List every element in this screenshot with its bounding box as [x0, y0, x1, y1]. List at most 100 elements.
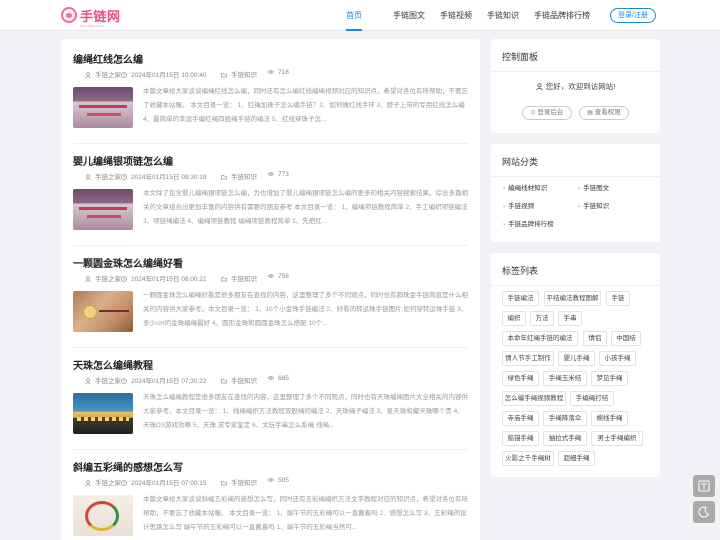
- article-category[interactable]: 手链知识: [231, 174, 257, 181]
- tag-link[interactable]: 中国结: [611, 331, 641, 346]
- category-link[interactable]: 手链图文: [578, 182, 609, 192]
- clock-icon: [121, 480, 127, 486]
- site-logo[interactable]: 手链网 shoulian.com: [61, 5, 121, 29]
- article-date: 2024年01月15日 09:30:19: [131, 174, 207, 181]
- article-views: 505: [278, 477, 289, 484]
- article-excerpt: 一颗圆金珠怎么编绳好看是很多朋友在查找的内容，这里整理了多个不同观点，同时也有圆…: [143, 292, 468, 327]
- user-icon: [85, 480, 91, 486]
- panel-divider: [491, 285, 660, 286]
- view-permissions-button[interactable]: ▤ 查看权限: [579, 106, 629, 120]
- clock-icon: [121, 378, 127, 384]
- article-divider: [73, 143, 468, 144]
- tag-link[interactable]: 绿色手绳: [502, 371, 539, 386]
- article-author[interactable]: 手链之家: [95, 480, 121, 487]
- nav-bracelet-posts[interactable]: 手链图文: [393, 0, 425, 31]
- tag-link[interactable]: 手绳降落伞: [543, 411, 587, 426]
- tag-link[interactable]: 本命年红绳手链的编法: [502, 331, 578, 346]
- tag-link[interactable]: 手绳玉米结: [543, 371, 587, 386]
- article-divider: [73, 449, 468, 450]
- panel-title: 标签列表: [502, 266, 539, 276]
- tag-link[interactable]: 梦见手绳: [591, 371, 628, 386]
- user-icon: [85, 378, 91, 384]
- tag-link[interactable]: 手链: [606, 291, 630, 306]
- clock-icon: [121, 72, 127, 78]
- tag-link[interactable]: 怎么编手绳视频教程: [502, 391, 566, 406]
- tag-link[interactable]: 编织: [502, 311, 526, 326]
- folder-icon: [221, 175, 227, 180]
- article-thumbnail[interactable]: [73, 291, 133, 332]
- article-views: 718: [278, 69, 289, 76]
- article-item: 编绳红线怎么编 手链之家 2024年01月15日 10:00:40 手链知识 7…: [73, 51, 468, 144]
- category-link[interactable]: 编绳线材知识: [503, 182, 547, 192]
- article-author[interactable]: 手链之家: [95, 174, 121, 181]
- tag-link[interactable]: 平结编法教程图解: [544, 291, 601, 306]
- admin-login-button[interactable]: ⊙ 登录后台: [522, 106, 572, 120]
- dark-mode-button[interactable]: [693, 501, 715, 523]
- article-title[interactable]: 婴儿编绳银项链怎么编: [73, 153, 173, 168]
- tag-link[interactable]: 手链编法: [502, 291, 539, 306]
- article-author[interactable]: 手链之家: [95, 276, 121, 283]
- article-title[interactable]: 一颗圆金珠怎么编绳好看: [73, 255, 183, 270]
- article-category[interactable]: 手链知识: [231, 480, 257, 487]
- text-size-icon: [698, 480, 710, 492]
- tag-link[interactable]: 小孩手绳: [599, 351, 636, 366]
- article-title[interactable]: 编绳红线怎么编: [73, 51, 143, 66]
- tag-link[interactable]: 情人节手工制作: [502, 351, 554, 366]
- tag-link[interactable]: 婴儿手绳: [558, 351, 595, 366]
- folder-icon: [221, 277, 227, 282]
- panel-divider: [491, 176, 660, 177]
- folder-icon: [221, 379, 227, 384]
- tag-link[interactable]: 手串: [558, 311, 582, 326]
- article-views: 685: [278, 375, 289, 382]
- moon-icon: [698, 506, 710, 518]
- logo-icon: [61, 7, 77, 23]
- nav-home[interactable]: 首页: [346, 0, 362, 31]
- article-date: 2024年01月15日 10:00:40: [131, 72, 207, 79]
- article-category[interactable]: 手链知识: [231, 72, 257, 79]
- article-author[interactable]: 手链之家: [95, 72, 121, 79]
- article-excerpt: 本篇文章给大家谈谈斜编五彩绳的感想怎么写，同时还有五彩绳编织方法文字教程对应的知…: [143, 496, 468, 531]
- article-title[interactable]: 天珠怎么编绳教程: [73, 357, 153, 372]
- article-divider: [73, 245, 468, 246]
- font-size-button[interactable]: [693, 475, 715, 497]
- categories-panel: 网站分类 编绳线材知识 手链图文 手链视频 手链知识 手链品牌排行榜: [491, 144, 660, 242]
- tag-link[interactable]: 手编绳打结: [570, 391, 614, 406]
- welcome-label: 您好，欢迎到访网站!: [545, 82, 616, 91]
- article-item: 婴儿编绳银项链怎么编 手链之家 2024年01月15日 09:30:19 手链知…: [73, 153, 468, 246]
- tag-link[interactable]: 情侣: [583, 331, 607, 346]
- article-divider: [73, 347, 468, 348]
- tag-link[interactable]: 船锚手绳: [502, 431, 539, 446]
- login-register-button[interactable]: 登录/注册: [610, 8, 656, 23]
- welcome-text: 您好，欢迎到访网站!: [491, 81, 660, 92]
- article-list: 编绳红线怎么编 手链之家 2024年01月15日 10:00:40 手链知识 7…: [61, 39, 480, 540]
- tag-link[interactable]: 抽拉式手绳: [543, 431, 587, 446]
- panel-title: 网站分类: [502, 157, 539, 167]
- article-author[interactable]: 手链之家: [95, 378, 121, 385]
- nav-bracelet-knowledge[interactable]: 手链知识: [487, 0, 519, 31]
- tag-link[interactable]: 寺庙手绳: [502, 411, 539, 426]
- article-thumbnail[interactable]: [73, 495, 133, 536]
- tag-link[interactable]: 火影之千手绳树: [502, 451, 554, 466]
- category-link[interactable]: 手链视频: [503, 200, 534, 210]
- clock-icon: [121, 174, 127, 180]
- article-category[interactable]: 手链知识: [231, 378, 257, 385]
- view-permissions-label: 查看权限: [594, 109, 621, 116]
- article-thumbnail[interactable]: [73, 87, 133, 128]
- article-date: 2024年01月15日 08:00:22: [131, 276, 207, 283]
- article-views: 773: [278, 171, 289, 178]
- article-thumbnail[interactable]: [73, 393, 133, 434]
- category-link[interactable]: 手链品牌排行榜: [503, 218, 554, 228]
- tags-panel: 标签列表 手链编法 平结编法教程图解 手链 编织 方法 手串 本命年红绳手链的编…: [491, 253, 660, 477]
- nav-brand-ranking[interactable]: 手链品牌排行榜: [534, 0, 590, 31]
- tag-link[interactable]: 男士手绳编织: [591, 431, 643, 446]
- article-thumbnail[interactable]: [73, 189, 133, 230]
- article-category[interactable]: 手链知识: [231, 276, 257, 283]
- tag-link[interactable]: 超细手绳: [558, 451, 595, 466]
- article-date: 2024年01月15日 07:00:15: [131, 480, 207, 487]
- nav-bracelet-videos[interactable]: 手链视频: [440, 0, 472, 31]
- article-title[interactable]: 斜编五彩绳的感想怎么写: [73, 459, 183, 474]
- tag-link[interactable]: 棉线手绳: [591, 411, 628, 426]
- tag-link[interactable]: 方法: [530, 311, 554, 326]
- category-link[interactable]: 手链知识: [578, 200, 609, 210]
- site-header: 手链网 shoulian.com 首页 手链图文 手链视频 手链知识 手链品牌排…: [0, 0, 720, 31]
